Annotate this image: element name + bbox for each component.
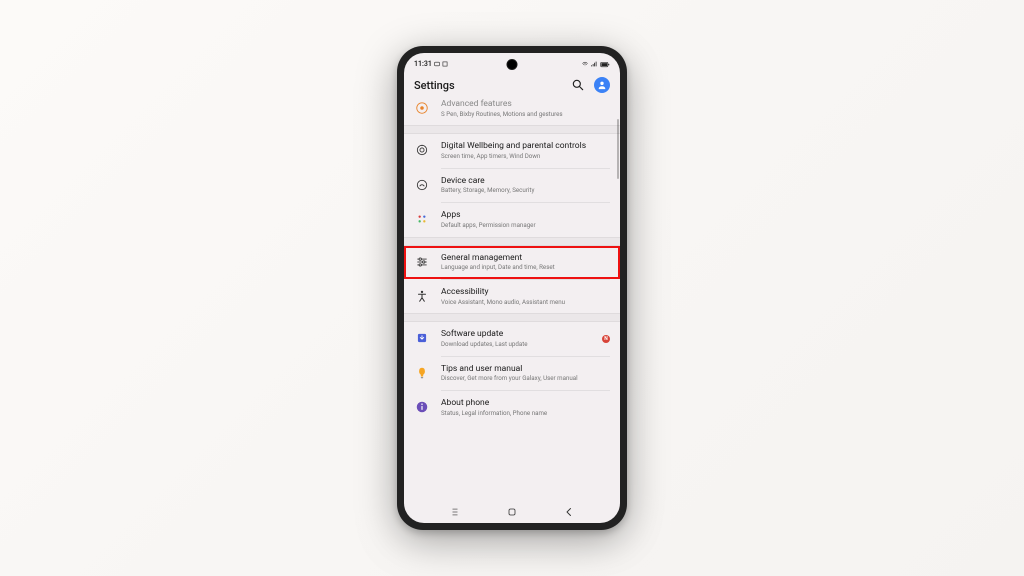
row-tips[interactable]: Tips and user manual Discover, Get more … xyxy=(404,357,620,390)
row-about-phone[interactable]: About phone Status, Legal information, P… xyxy=(404,391,620,424)
accessibility-icon xyxy=(414,288,430,304)
advanced-features-icon xyxy=(414,100,430,116)
row-sub: Download updates, Last update xyxy=(441,341,591,349)
front-camera xyxy=(507,59,518,70)
row-advanced-features[interactable]: Advanced features S Pen, Bixby Routines,… xyxy=(404,99,620,125)
status-time: 11:31 xyxy=(414,60,432,68)
row-apps[interactable]: Apps Default apps, Permission manager xyxy=(404,203,620,236)
search-icon xyxy=(571,78,585,92)
row-sub: Language and input, Date and time, Reset xyxy=(441,264,610,272)
row-device-care[interactable]: Device care Battery, Storage, Memory, Se… xyxy=(404,169,620,202)
person-icon xyxy=(597,80,607,90)
page-title: Settings xyxy=(414,79,562,92)
device-care-icon xyxy=(414,177,430,193)
row-sub: Default apps, Permission manager xyxy=(441,222,610,230)
row-sub: S Pen, Bixby Routines, Motions and gestu… xyxy=(441,111,610,119)
software-update-icon xyxy=(414,330,430,346)
tips-icon xyxy=(414,365,430,381)
row-title: Accessibility xyxy=(441,287,610,298)
row-title: General management xyxy=(441,253,610,264)
row-title: Apps xyxy=(441,210,610,221)
row-title: Device care xyxy=(441,176,610,187)
about-phone-icon xyxy=(414,399,430,415)
settings-list[interactable]: Advanced features S Pen, Bixby Routines,… xyxy=(404,99,620,424)
nav-back[interactable] xyxy=(562,505,576,519)
signal-icon xyxy=(591,61,597,67)
phone-screen: 11:31 Settings xyxy=(404,53,620,523)
row-title: Advanced features xyxy=(441,99,610,110)
account-avatar[interactable] xyxy=(594,77,610,93)
row-sub: Status, Legal information, Phone name xyxy=(441,410,610,418)
section-gap xyxy=(404,313,620,322)
nav-home[interactable] xyxy=(505,505,519,519)
row-sub: Discover, Get more from your Galaxy, Use… xyxy=(441,375,610,383)
wellbeing-icon xyxy=(414,142,430,158)
nav-bar xyxy=(404,501,620,523)
row-sub: Screen time, App timers, Wind Down xyxy=(441,153,610,161)
row-software-update[interactable]: Software update Download updates, Last u… xyxy=(404,322,620,355)
row-title: Digital Wellbeing and parental controls xyxy=(441,141,610,152)
nav-recents[interactable] xyxy=(448,505,462,519)
apps-icon xyxy=(414,211,430,227)
status-app-icon xyxy=(442,61,448,67)
phone-frame: 11:31 Settings xyxy=(397,46,627,530)
general-management-icon xyxy=(414,254,430,270)
battery-icon xyxy=(600,61,610,67)
app-header: Settings xyxy=(404,73,620,99)
row-title: Software update xyxy=(441,329,591,340)
status-msg-icon xyxy=(434,61,440,67)
row-sub: Voice Assistant, Mono audio, Assistant m… xyxy=(441,299,610,307)
section-gap xyxy=(404,125,620,134)
row-general-management[interactable]: General management Language and input, D… xyxy=(404,246,620,279)
search-button[interactable] xyxy=(570,77,586,93)
row-accessibility[interactable]: Accessibility Voice Assistant, Mono audi… xyxy=(404,280,620,313)
row-title: About phone xyxy=(441,398,610,409)
row-digital-wellbeing[interactable]: Digital Wellbeing and parental controls … xyxy=(404,134,620,167)
wifi-icon xyxy=(582,61,588,67)
section-gap xyxy=(404,237,620,246)
row-title: Tips and user manual xyxy=(441,364,610,375)
update-badge: N xyxy=(602,335,610,343)
row-sub: Battery, Storage, Memory, Security xyxy=(441,187,610,195)
